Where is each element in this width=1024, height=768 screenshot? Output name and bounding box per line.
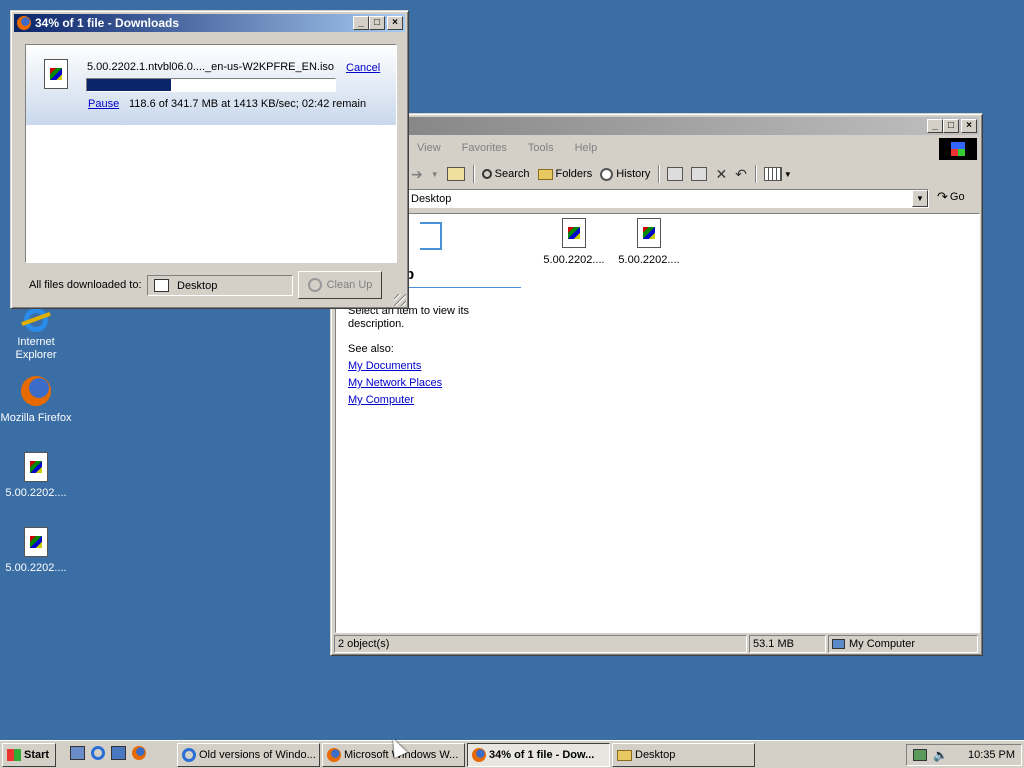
link-my-network-places[interactable]: My Network Places: [348, 377, 442, 389]
task-downloads[interactable]: 34% of 1 file - Dow...: [467, 743, 610, 767]
panel-divider: [405, 287, 521, 288]
copy-to-icon[interactable]: [691, 167, 708, 181]
folders-button[interactable]: Folders: [537, 168, 592, 180]
status-objects: 2 object(s): [334, 635, 747, 653]
ie-icon: [21, 306, 51, 336]
firefox-icon: [21, 376, 51, 406]
show-desktop-icon[interactable]: [70, 746, 85, 760]
toolbar: ➔ ▼ Search Folders History ✕ ↶ ▼: [411, 164, 792, 184]
download-progress-fill: [87, 79, 172, 91]
iso-file-icon: [24, 452, 48, 482]
clean-up-button[interactable]: Clean Up: [298, 271, 382, 299]
windows-logo-icon: [939, 138, 977, 160]
download-folder-button[interactable]: Desktop: [147, 275, 293, 296]
close-button[interactable]: ×: [387, 16, 403, 30]
desktop-icon-label: 5.00.2202....: [5, 487, 67, 499]
see-also-label: See also:: [348, 343, 394, 355]
delete-icon[interactable]: ✕: [715, 166, 727, 183]
clean-up-icon: [307, 278, 322, 292]
windows-flag-icon: [7, 749, 21, 761]
downloads-list: 5.00.2202.1.ntvbl06.0...._en-us-W2KPFRE_…: [25, 44, 397, 263]
firefox-icon: [17, 16, 31, 30]
link-my-computer[interactable]: My Computer: [348, 394, 414, 406]
desktop-graphic: [420, 222, 442, 250]
menu-help[interactable]: Help: [575, 142, 598, 154]
explorer-titlebar[interactable]: _ □ ×: [334, 117, 979, 135]
pause-link[interactable]: Pause: [88, 98, 119, 110]
address-dropdown-button[interactable]: ▼: [912, 190, 928, 207]
task-old-versions[interactable]: Old versions of Windo...: [177, 743, 320, 767]
history-icon: [600, 167, 614, 181]
link-my-documents[interactable]: My Documents: [348, 360, 421, 372]
outlook-icon[interactable]: [111, 746, 126, 760]
go-arrow-icon: ↷: [937, 189, 948, 204]
ie-icon[interactable]: [91, 746, 105, 760]
explorer-window: _ □ × View Favorites Tools Help ➔ ▼ Sear…: [330, 113, 983, 656]
clock[interactable]: 10:35 PM: [968, 749, 1015, 761]
folders-icon: [537, 168, 553, 180]
firefox-icon: [327, 748, 341, 762]
folder-content: p Select an item to view its description…: [335, 213, 980, 633]
search-button[interactable]: Search: [481, 168, 530, 180]
volume-icon[interactable]: 🔈: [933, 748, 948, 762]
menu-view[interactable]: View: [417, 142, 441, 154]
system-tray: 🔈 10:35 PM: [906, 744, 1022, 766]
menu-tools[interactable]: Tools: [528, 142, 554, 154]
network-icon[interactable]: [913, 749, 927, 761]
download-status: 118.6 of 341.7 MB at 1413 KB/sec; 02:42 …: [129, 98, 367, 110]
cancel-link[interactable]: Cancel: [346, 62, 380, 74]
downloads-titlebar[interactable]: 34% of 1 file - Downloads _ □ ×: [14, 14, 405, 32]
footer-label: All files downloaded to:: [29, 279, 142, 291]
history-button[interactable]: History: [600, 167, 650, 181]
minimize-button[interactable]: _: [927, 119, 943, 133]
undo-icon[interactable]: ↶: [735, 166, 747, 183]
iso-file-icon: [637, 218, 661, 248]
menu-bar: View Favorites Tools Help: [417, 142, 597, 154]
download-item[interactable]: 5.00.2202.1.ntvbl06.0...._en-us-W2KPFRE_…: [26, 45, 396, 125]
desktop-icon-ie[interactable]: Internet Explorer: [5, 306, 67, 362]
iso-file-icon: [562, 218, 586, 248]
folder-edit-icon: [154, 279, 169, 292]
file-label: 5.00.2202....: [618, 254, 680, 266]
firefox-icon[interactable]: [132, 746, 146, 760]
file-item[interactable]: 5.00.2202....: [536, 218, 612, 266]
file-label: 5.00.2202....: [543, 254, 605, 266]
status-size: 53.1 MB: [749, 635, 826, 653]
go-button[interactable]: ↷ Go: [937, 189, 965, 205]
desktop-icon-iso-2[interactable]: 5.00.2202....: [0, 527, 72, 575]
download-filename: 5.00.2202.1.ntvbl06.0...._en-us-W2KPFRE_…: [87, 61, 335, 73]
views-icon[interactable]: [763, 167, 782, 181]
move-to-icon[interactable]: [667, 167, 684, 181]
my-computer-icon: [832, 639, 845, 649]
quick-launch: [70, 746, 146, 760]
iso-file-icon: [24, 527, 48, 557]
file-item[interactable]: 5.00.2202....: [611, 218, 687, 266]
chevron-down-icon[interactable]: ▼: [431, 170, 439, 179]
up-folder-icon[interactable]: [446, 167, 465, 181]
minimize-button[interactable]: _: [353, 16, 369, 30]
menu-favorites[interactable]: Favorites: [462, 142, 507, 154]
desktop-icon-firefox[interactable]: Mozilla Firefox: [0, 376, 72, 425]
close-button[interactable]: ×: [961, 119, 977, 133]
start-button[interactable]: Start: [2, 743, 56, 767]
maximize-button[interactable]: □: [943, 119, 959, 133]
resize-grip-icon[interactable]: [394, 294, 406, 306]
folder-icon: [617, 749, 632, 761]
status-location: My Computer: [828, 635, 978, 653]
forward-icon[interactable]: ➔: [411, 166, 423, 183]
desktop-icon-label: Internet Explorer: [15, 336, 57, 361]
desktop-icon-label: 5.00.2202....: [5, 562, 67, 574]
download-progress-bar: [86, 78, 336, 92]
ie-icon: [182, 748, 196, 762]
chevron-down-icon[interactable]: ▼: [784, 170, 792, 179]
desktop-icon-iso-1[interactable]: 5.00.2202....: [0, 452, 72, 500]
downloads-window: 34% of 1 file - Downloads _ □ × 5.00.220…: [10, 10, 409, 309]
search-icon: [481, 169, 492, 179]
address-input[interactable]: Desktop ▼: [407, 189, 929, 208]
iso-file-icon: [44, 59, 68, 89]
desktop-icon-label: Mozilla Firefox: [0, 412, 72, 424]
maximize-button[interactable]: □: [369, 16, 385, 30]
task-desktop[interactable]: Desktop: [612, 743, 755, 767]
firefox-icon: [472, 748, 486, 762]
